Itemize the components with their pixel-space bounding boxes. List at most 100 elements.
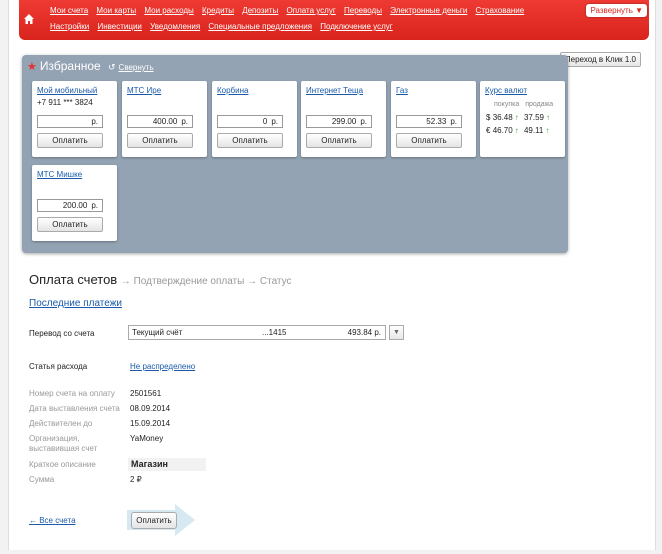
description-label: Краткое описание [29, 460, 96, 469]
nav-link-notifications[interactable]: Уведомления [150, 22, 200, 31]
favorite-card-title[interactable]: Интернет Теща [306, 86, 363, 95]
buy-label: покупка [494, 101, 520, 108]
currency-label: р. [271, 117, 278, 126]
page-title-text: Оплата счетов [29, 272, 118, 287]
eur-sell: 49.11 [523, 126, 544, 135]
currency-label: р. [360, 117, 367, 126]
invoice-date: 08.09.2014 [130, 404, 171, 413]
currency-rates-card: Курс валют покупка продажа $ 36.48 ↑ 37.5… [480, 81, 565, 157]
favorite-card-title[interactable]: Корбина [217, 86, 248, 95]
account-name: Текущий счёт [132, 328, 183, 337]
amount-input[interactable]: 200.00 р. [37, 199, 103, 212]
collapse-label: Свернуть [118, 63, 154, 72]
nav-link-deposits[interactable]: Депозиты [242, 6, 278, 15]
pay-button[interactable]: Оплатить [217, 133, 283, 148]
rates-header: покупка продажа [494, 101, 557, 108]
recent-payments-link[interactable]: Последние платежи [29, 298, 122, 309]
sum-label: Сумма [29, 475, 55, 484]
steps-breadcrumb: → Подтверждение оплаты → Статус [120, 276, 292, 287]
favorite-card: МТС Мишке 200.00 р. Оплатить [32, 165, 117, 241]
invoice-date-label: Дата выставления счета [29, 404, 120, 413]
usd-symbol: $ [486, 113, 491, 122]
amount-value: 299.00 [331, 117, 357, 126]
favorite-card-title[interactable]: Газ [396, 86, 408, 95]
nav-row-secondary: Настройки Инвестиции Уведомления Специал… [50, 22, 399, 31]
nav-link-special-offers[interactable]: Специальные предложения [208, 22, 312, 31]
switch-version-button[interactable]: Переход в Клик 1.0 [559, 52, 641, 67]
pay-button[interactable]: Оплатить [127, 133, 193, 148]
sell-label: продажа [525, 101, 554, 108]
amount-value: 0 [262, 117, 268, 126]
nav-link-transfers[interactable]: Переводы [344, 6, 382, 15]
nav-link-accounts[interactable]: Мои счета [50, 6, 88, 15]
nav-link-credits[interactable]: Кредиты [202, 6, 234, 15]
usd-buy: 36.48 [492, 113, 513, 122]
submit-area: Оплатить [127, 504, 195, 536]
favorite-card: Интернет Теща 299.00 р. Оплатить [301, 81, 386, 157]
pay-button[interactable]: Оплатить [37, 133, 103, 148]
currency-label: р. [91, 201, 98, 210]
arrow-up-icon: ↑ [545, 126, 550, 135]
account-select[interactable]: Текущий счёт ...1415 493.84 р. [128, 325, 386, 340]
chevron-down-icon[interactable]: ▼ [389, 325, 404, 340]
favorite-card-title[interactable]: МТС Мишке [37, 170, 82, 179]
expand-menu-button[interactable]: Развернуть ▼ [586, 4, 647, 17]
currency-rates-title[interactable]: Курс валют [485, 86, 527, 95]
category-label: Статья расхода [29, 362, 88, 371]
organization-label: Организация, выставившая счет [29, 434, 98, 453]
nav-link-settings[interactable]: Настройки [50, 22, 89, 31]
valid-until: 15.09.2014 [130, 419, 171, 428]
favorite-card-title[interactable]: МТС Ире [127, 86, 161, 95]
invoice-number: 2501561 [130, 389, 162, 398]
nav-link-cards[interactable]: Мои карты [96, 6, 136, 15]
amount-input[interactable]: р. [37, 115, 103, 128]
nav-link-investments[interactable]: Инвестиции [97, 22, 141, 31]
amount-input[interactable]: 52.33 р. [396, 115, 462, 128]
description-value: Магазин [128, 458, 206, 471]
currency-label: р. [91, 117, 98, 126]
account-number: ...1415 [262, 328, 287, 337]
favorite-card-title[interactable]: Мой мобильный [37, 86, 97, 95]
favorite-card: МТС Ире 400.00 р. Оплатить [122, 81, 207, 157]
pay-button[interactable]: Оплатить [306, 133, 372, 148]
amount-input[interactable]: 400.00 р. [127, 115, 193, 128]
top-navigation: Мои счета Мои карты Мои расходы Кредиты … [19, 0, 649, 40]
nav-link-insurance[interactable]: Страхование [476, 6, 525, 15]
back-to-invoices-link[interactable]: ← Все счета [29, 516, 76, 525]
favorites-title-text: Избранное [39, 59, 101, 73]
usd-sell: 37.59 [523, 113, 544, 122]
page-title: Оплата счетов → Подтверждение оплаты → С… [29, 272, 292, 287]
currency-label: р. [181, 117, 188, 126]
collapse-favorites-button[interactable]: ↺ Свернуть [108, 62, 154, 73]
favorites-title: ★ Избранное [27, 59, 101, 73]
invoice-number-label: Номер счета на оплату [29, 389, 115, 398]
currency-label: р. [450, 117, 457, 126]
rate-row-usd: $ 36.48 ↑ 37.59 ↑ [486, 113, 553, 122]
arrow-up-icon: ↑ [514, 113, 519, 122]
amount-value: 400.00 [152, 117, 178, 126]
pay-button[interactable]: Оплатить [37, 217, 103, 232]
category-link[interactable]: Не распределено [130, 362, 195, 371]
nav-link-expenses[interactable]: Мои расходы [144, 6, 193, 15]
eur-buy: 46.70 [492, 126, 513, 135]
nav-link-emoney[interactable]: Электронные деньги [390, 6, 467, 15]
favorite-card: Мой мобильный +7 911 *** 3824 р. Оплатит… [32, 81, 117, 157]
nav-row-main: Мои счета Мои карты Мои расходы Кредиты … [50, 6, 530, 15]
from-account-label: Перевод со счета [29, 329, 95, 338]
organization-value: YaMoney [130, 434, 164, 443]
arrow-up-icon: ↑ [545, 113, 550, 122]
nav-link-payments[interactable]: Оплата услуг [287, 6, 336, 15]
home-icon[interactable] [19, 6, 39, 32]
refresh-icon: ↺ [108, 62, 116, 72]
amount-value: 200.00 [62, 201, 88, 210]
nav-link-services[interactable]: Подключение услуг [320, 22, 392, 31]
amount-input[interactable]: 0 р. [217, 115, 283, 128]
account-balance: 493.84 р. [347, 328, 381, 337]
pay-submit-button[interactable]: Оплатить [131, 512, 177, 529]
favorites-panel: ★ Избранное ↺ Свернуть Мой мобильный +7 … [22, 55, 568, 253]
eur-symbol: € [486, 126, 491, 135]
valid-until-label: Действителен до [29, 419, 93, 428]
sum-value: 2 ₽ [130, 475, 142, 484]
amount-input[interactable]: 299.00 р. [306, 115, 372, 128]
pay-button[interactable]: Оплатить [396, 133, 462, 148]
